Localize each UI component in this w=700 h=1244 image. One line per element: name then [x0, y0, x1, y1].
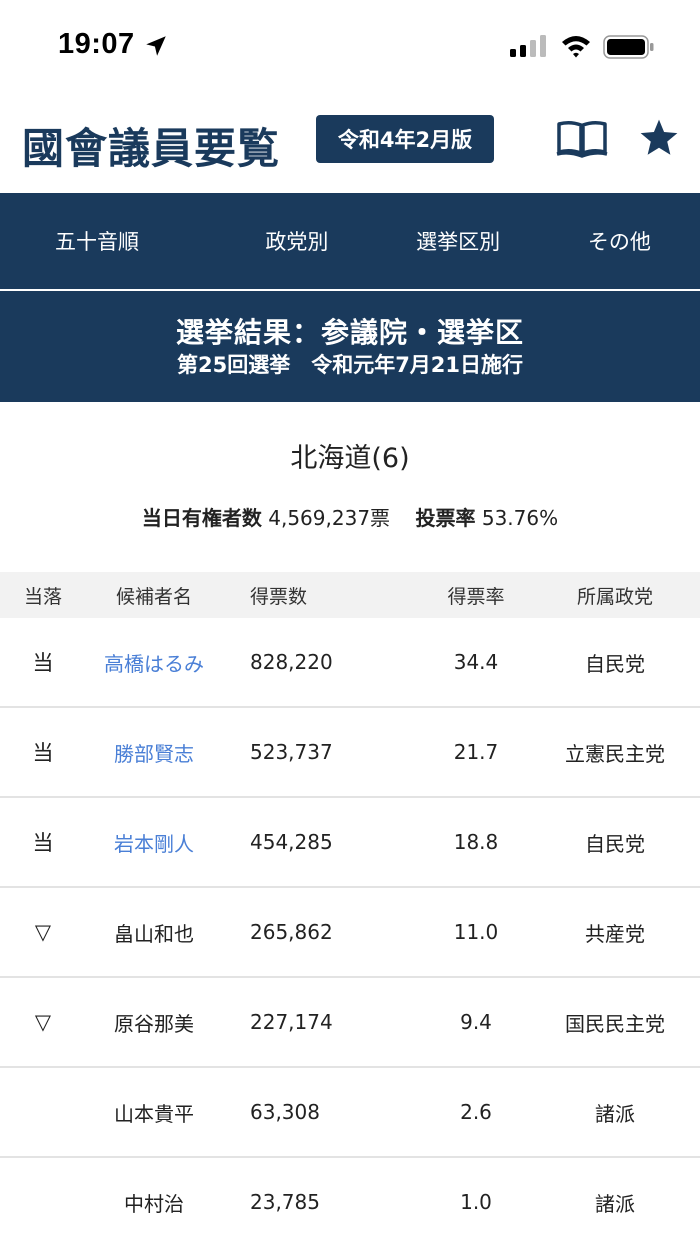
candidate-name: 中村治 [124, 1191, 184, 1216]
candidate-link[interactable]: 勝部賢志 [86, 708, 222, 796]
row-rate: 18.8 [453, 830, 499, 854]
voters-value: 4,569,237票 [268, 506, 391, 530]
book-icon [556, 120, 608, 158]
tab-by-party[interactable]: 政党別 [216, 193, 377, 289]
status-bar: 19:07 [0, 0, 700, 95]
candidate-name: 原谷那美 [114, 1011, 194, 1036]
row-rate: 11.0 [453, 920, 499, 944]
star-icon [640, 119, 678, 155]
row-party: 自民党 [585, 831, 645, 856]
header-name: 候補者名 [115, 585, 192, 608]
book-button[interactable] [556, 119, 608, 159]
row-rate: 2.6 [460, 1100, 492, 1124]
banner-subtitle: 第25回選挙 令和元年7月21日施行 [176, 353, 524, 377]
row-result: ▽ [34, 1010, 52, 1034]
battery-icon [603, 35, 654, 59]
table-row: 当 勝部賢志 523,737 21.7 立憲民主党 [0, 708, 700, 798]
row-result: 当 [32, 651, 54, 675]
region-title: 北海道(6) [290, 443, 410, 474]
header-result: 当落 [23, 585, 62, 608]
row-result: 当 [32, 741, 54, 765]
header-rate: 得票率 [447, 585, 505, 608]
header-votes: 得票数 [250, 585, 308, 608]
table-row: 当 高橋はるみ 828,220 34.4 自民党 [0, 618, 700, 708]
tab-other[interactable]: その他 [539, 193, 700, 289]
table-row: ▽ 畠山和也 265,862 11.0 共産党 [0, 888, 700, 978]
row-rate: 34.4 [453, 650, 499, 674]
candidate-link[interactable]: 高橋はるみ [86, 618, 222, 706]
tab-gojuon[interactable]: 五十音順 [0, 193, 216, 289]
row-result [0, 1158, 86, 1244]
row-votes: 63,308 [250, 1100, 320, 1124]
candidate-name: 山本貴平 [114, 1101, 194, 1126]
tab-by-district[interactable]: 選挙区別 [378, 193, 539, 289]
table-header: 当落 候補者名 得票数 得票率 所属政党 [0, 572, 700, 618]
row-result: 当 [32, 831, 54, 855]
nav-bar: 五十音順 政党別 選挙区別 その他 [0, 193, 700, 289]
turnout-value: 53.76% [481, 506, 559, 530]
row-party: 自民党 [585, 651, 645, 676]
turnout-label: 投票率 [415, 506, 476, 530]
table-row: 山本貴平 63,308 2.6 諸派 [0, 1068, 700, 1158]
row-votes: 227,174 [250, 1010, 333, 1034]
row-party: 国民民主党 [565, 1011, 665, 1036]
favorites-button[interactable] [636, 115, 682, 161]
voters-label: 当日有権者数 [141, 506, 262, 530]
candidate-link[interactable]: 岩本剛人 [86, 798, 222, 886]
location-arrow-icon [146, 36, 166, 56]
row-result [0, 1068, 86, 1156]
stats-line: 当日有権者数 4,569,237票 投票率 53.76% [0, 502, 700, 531]
edition-badge: 令和4年2月版 [316, 115, 494, 163]
row-rate: 1.0 [460, 1190, 492, 1214]
table-row: 中村治 23,785 1.0 諸派 [0, 1158, 700, 1244]
row-result: ▽ [34, 920, 52, 944]
table-row: 当 岩本剛人 454,285 18.8 自民党 [0, 798, 700, 888]
row-party: 諸派 [595, 1191, 635, 1216]
candidate-name: 畠山和也 [114, 921, 194, 946]
banner-title: 選挙結果：参議院・選挙区 [175, 316, 524, 349]
row-rate: 9.4 [460, 1010, 492, 1034]
row-votes: 265,862 [250, 920, 333, 944]
row-party: 共産党 [585, 921, 645, 946]
row-votes: 523,737 [250, 740, 333, 764]
status-time: 19:07 [58, 28, 135, 60]
wifi-icon [562, 36, 590, 58]
row-votes: 23,785 [250, 1190, 320, 1214]
row-rate: 21.7 [453, 740, 499, 764]
header-party: 所属政党 [576, 585, 653, 608]
cellular-signal-icon [510, 35, 546, 57]
row-votes: 454,285 [250, 830, 333, 854]
row-party: 立憲民主党 [565, 741, 665, 766]
app-header: 國會議員要覧 令和4年2月版 [0, 95, 700, 193]
table-row: ▽ 原谷那美 227,174 9.4 国民民主党 [0, 978, 700, 1068]
results-table: 当 高橋はるみ 828,220 34.4 自民党 当 勝部賢志 523,737 … [0, 618, 700, 1244]
row-votes: 828,220 [250, 650, 333, 674]
election-banner: 選挙結果：参議院・選挙区 第25回選挙 令和元年7月21日施行 [0, 291, 700, 402]
app-title: 國會議員要覧 [22, 124, 281, 173]
row-party: 諸派 [595, 1101, 635, 1126]
